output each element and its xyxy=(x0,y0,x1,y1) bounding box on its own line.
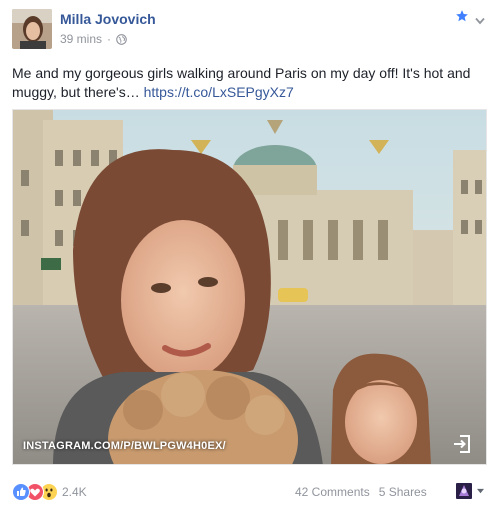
post-stats: 42 Comments 5 Shares xyxy=(295,485,427,499)
post-footer: 2.4K 42 Comments 5 Shares xyxy=(12,481,485,503)
photo-illustration xyxy=(13,110,486,464)
photo-caption[interactable]: INSTAGRAM.COM/P/BWLPGW4H0EX/ xyxy=(23,440,226,452)
post-link[interactable]: https://t.co/LxSEPgyXz7 xyxy=(144,84,294,100)
reaction-identity-selector[interactable] xyxy=(456,482,485,500)
author-name[interactable]: Milla Jovovich xyxy=(60,11,156,27)
page-avatar xyxy=(456,483,472,499)
reaction-count: 2.4K xyxy=(62,485,87,499)
post-text: Me and my gorgeous girls walking around … xyxy=(12,64,484,102)
post-header: Milla Jovovich 39 mins · xyxy=(12,9,485,51)
chevron-down-icon xyxy=(476,482,485,500)
author-avatar[interactable] xyxy=(12,9,52,49)
globe-icon[interactable] xyxy=(116,33,127,45)
shares-count-link[interactable]: 5 Shares xyxy=(379,485,427,499)
post-photo[interactable]: INSTAGRAM.COM/P/BWLPGW4H0EX/ xyxy=(12,109,487,465)
like-icon xyxy=(12,483,30,501)
reaction-summary[interactable]: 2.4K xyxy=(12,483,87,501)
comments-count-link[interactable]: 42 Comments xyxy=(295,485,370,499)
post-meta: 39 mins · xyxy=(60,32,127,46)
star-icon[interactable] xyxy=(455,9,469,23)
meta-separator: · xyxy=(107,32,112,46)
post-time[interactable]: 39 mins xyxy=(60,32,102,46)
chevron-down-icon[interactable] xyxy=(475,12,485,25)
exit-link-icon[interactable] xyxy=(452,434,472,454)
post-card: Milla Jovovich 39 mins · Me and my gorge… xyxy=(0,0,497,513)
